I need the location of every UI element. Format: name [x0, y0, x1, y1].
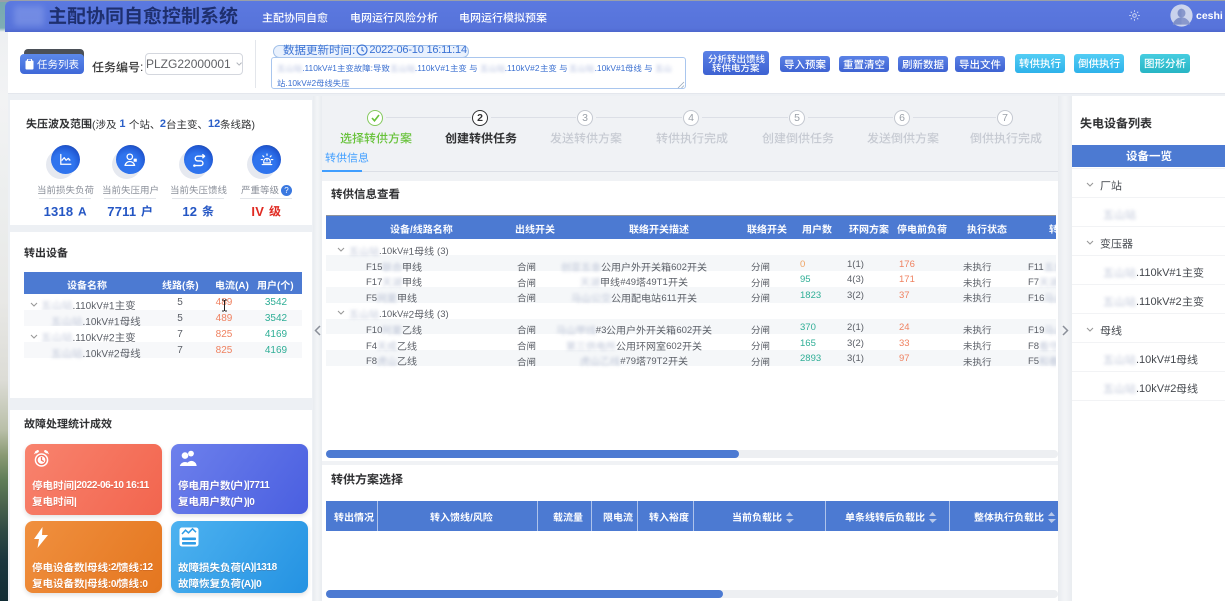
svg-text:?: ? — [284, 186, 289, 195]
